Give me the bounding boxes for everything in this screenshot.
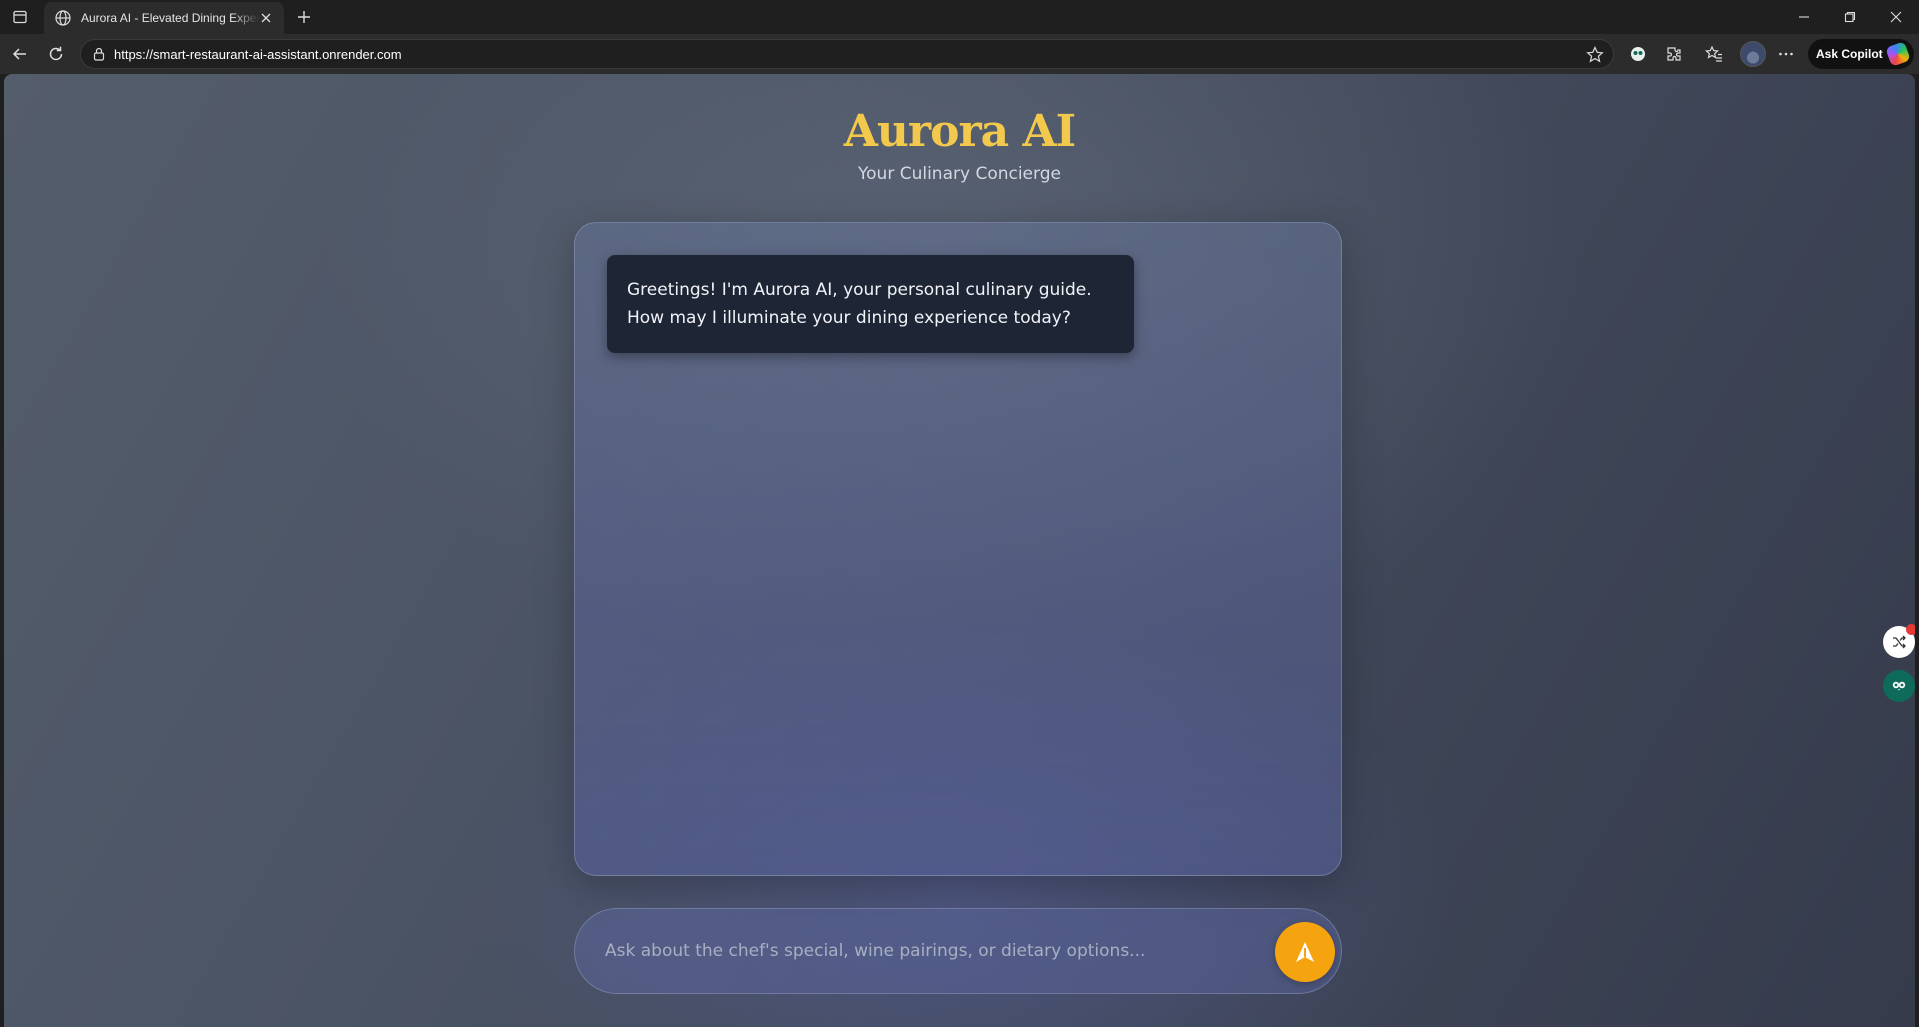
owl-icon	[1892, 681, 1906, 691]
plus-icon[interactable]	[292, 5, 316, 29]
browser-titlebar: Aurora AI - Elevated Dining Exper	[0, 0, 1919, 34]
chat-panel: Greetings! I'm Aurora AI, your personal …	[574, 222, 1342, 876]
url-text: https://smart-restaurant-ai-assistant.on…	[114, 47, 402, 62]
copilot-label: Ask Copilot	[1816, 47, 1883, 61]
refresh-icon[interactable]	[42, 40, 70, 68]
floating-owl-button[interactable]	[1883, 670, 1915, 702]
extension-icon[interactable]	[1660, 40, 1688, 68]
close-icon[interactable]	[258, 10, 274, 26]
favorites-icon[interactable]	[1700, 40, 1728, 68]
owl-extension-icon[interactable]	[1624, 40, 1652, 68]
send-arrow-icon	[1296, 942, 1314, 962]
restore-icon[interactable]	[1827, 0, 1873, 34]
send-button[interactable]	[1275, 922, 1335, 982]
browser-tab[interactable]: Aurora AI - Elevated Dining Exper	[44, 2, 284, 34]
chat-input[interactable]	[605, 929, 1245, 973]
tab-title: Aurora AI - Elevated Dining Exper	[81, 11, 259, 25]
more-icon[interactable]	[1772, 40, 1800, 68]
assistant-message-text: Greetings! I'm Aurora AI, your personal …	[627, 280, 1092, 328]
tab-actions-icon[interactable]	[8, 5, 32, 29]
star-icon[interactable]	[1585, 45, 1605, 65]
chat-input-bar	[574, 908, 1342, 994]
app-subtitle: Your Culinary Concierge	[858, 164, 1061, 184]
back-icon[interactable]	[6, 40, 34, 68]
floating-extension-button[interactable]	[1883, 624, 1915, 658]
copilot-logo-icon	[1885, 41, 1911, 67]
lock-icon[interactable]	[91, 46, 107, 62]
close-window-icon[interactable]	[1873, 0, 1919, 34]
page-viewport: Aurora AI Your Culinary Concierge Greeti…	[4, 74, 1915, 1027]
globe-icon	[54, 9, 72, 27]
minimize-icon[interactable]	[1781, 0, 1827, 34]
shuffle-icon	[1893, 635, 1906, 649]
browser-toolbar: https://smart-restaurant-ai-assistant.on…	[0, 34, 1919, 74]
app-title: Aurora AI	[843, 106, 1076, 157]
address-bar[interactable]: https://smart-restaurant-ai-assistant.on…	[80, 39, 1614, 69]
assistant-message-bubble: Greetings! I'm Aurora AI, your personal …	[607, 255, 1134, 353]
profile-avatar[interactable]	[1740, 41, 1766, 67]
notification-dot	[1906, 624, 1915, 635]
ask-copilot-button[interactable]: Ask Copilot	[1808, 39, 1914, 69]
